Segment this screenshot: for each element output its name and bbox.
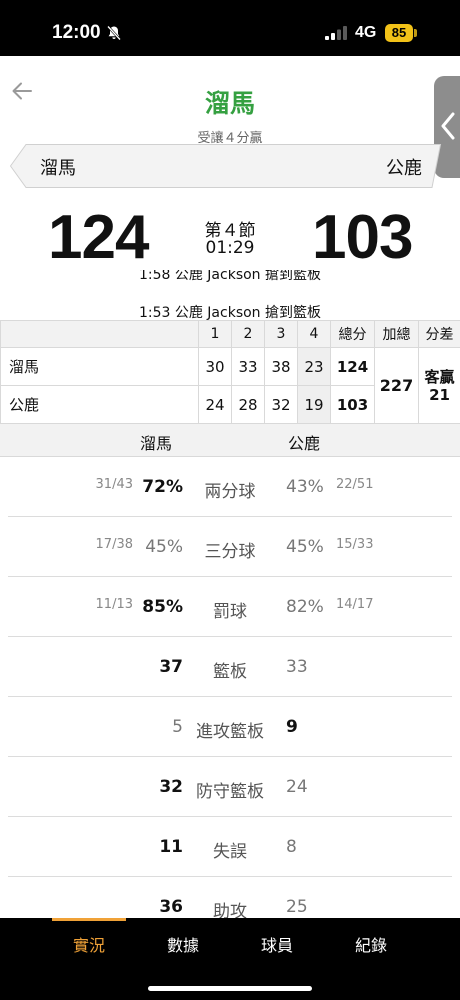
play-item: 1:53 公鹿 Jackson 搶到籃板 bbox=[138, 305, 322, 321]
away-stat-value: 43% bbox=[286, 477, 324, 497]
bell-muted-icon bbox=[107, 25, 121, 41]
away-stat-fraction: 14/17 bbox=[336, 597, 374, 612]
away-stat-value: 45% bbox=[286, 537, 324, 557]
team-name-cell: 公鹿 bbox=[0, 385, 199, 424]
stats-home-team: 溜馬 bbox=[139, 434, 172, 453]
stat-row: 31/43 72% 兩分球 43% 22/51 bbox=[8, 457, 452, 517]
home-score: 124 bbox=[48, 203, 149, 272]
stat-row: 11/13 85% 罰球 82% 14/17 bbox=[8, 577, 452, 637]
diff-value: 21 bbox=[429, 385, 450, 404]
table-header-row: 1 2 3 4 總分 加總 分差 bbox=[0, 320, 460, 348]
away-stat-value: 8 bbox=[286, 837, 297, 857]
table-header-cell: 分差 bbox=[418, 320, 460, 348]
battery-tip bbox=[414, 29, 417, 37]
stat-row: 37 籃板 33 bbox=[8, 637, 452, 697]
game-clock: 01:29 bbox=[205, 238, 255, 258]
total-score: 124 bbox=[330, 347, 375, 386]
stat-label: 罰球 bbox=[213, 602, 247, 622]
table-header-cell bbox=[0, 320, 199, 348]
chevron-left-icon bbox=[441, 112, 455, 140]
network-type: 4G bbox=[355, 24, 377, 41]
stat-label: 籃板 bbox=[213, 662, 247, 682]
table-header-cell: 1 bbox=[198, 320, 232, 348]
home-stat-fraction: 11/13 bbox=[95, 597, 133, 612]
page-title: 溜馬 bbox=[204, 89, 255, 118]
status-bar: 12:00 4G 85 bbox=[0, 0, 460, 56]
home-indicator bbox=[148, 986, 312, 991]
total-score: 103 bbox=[330, 385, 375, 424]
stat-label: 兩分球 bbox=[204, 482, 256, 502]
score-difference: 客贏 21 bbox=[418, 347, 460, 424]
away-stat-value: 25 bbox=[286, 897, 308, 917]
tab-stats[interactable]: 數據 bbox=[148, 932, 218, 956]
quarter-score: 19 bbox=[297, 385, 331, 424]
away-stat-fraction: 15/33 bbox=[336, 537, 374, 552]
stat-row: 17/38 45% 三分球 45% 15/33 bbox=[8, 517, 452, 577]
quarter-score: 33 bbox=[231, 347, 265, 386]
stats-away-team: 公鹿 bbox=[287, 434, 320, 453]
stat-row: 32 防守籃板 24 bbox=[8, 757, 452, 817]
home-stat-value: 85% bbox=[142, 597, 183, 617]
stat-label: 防守籃板 bbox=[196, 782, 264, 802]
combined-total: 227 bbox=[374, 347, 419, 424]
active-tab-indicator bbox=[52, 918, 126, 921]
away-stat-value: 24 bbox=[286, 777, 308, 797]
away-stat-value: 33 bbox=[286, 657, 308, 677]
quarter-score: 24 bbox=[198, 385, 232, 424]
quarter-score: 28 bbox=[231, 385, 265, 424]
stat-label: 三分球 bbox=[204, 542, 256, 562]
stat-row: 5 進攻籃板 9 bbox=[8, 697, 452, 757]
battery-icon: 85 bbox=[385, 24, 413, 42]
team-bar: 溜馬 公鹿 bbox=[10, 144, 446, 188]
away-stat-fraction: 22/51 bbox=[336, 477, 374, 492]
diff-label: 客贏 bbox=[424, 367, 455, 386]
stat-label: 失誤 bbox=[213, 842, 247, 862]
quarter-score: 38 bbox=[264, 347, 298, 386]
away-stat-value: 9 bbox=[286, 717, 298, 737]
tab-records[interactable]: 紀錄 bbox=[336, 932, 406, 956]
home-stat-fraction: 17/38 bbox=[95, 537, 133, 552]
bottom-nav: 實況 數據 球員 紀錄 bbox=[0, 918, 460, 1000]
tab-players[interactable]: 球員 bbox=[242, 932, 312, 956]
home-stat-fraction: 31/43 bbox=[95, 477, 133, 492]
table-row: 溜馬 30 33 38 23 124 227 客贏 21 bbox=[0, 347, 460, 424]
table-header-cell: 加總 bbox=[374, 320, 419, 348]
table-header-cell: 4 bbox=[297, 320, 331, 348]
play-item: 1:58 公鹿 Jackson 搶到籃板 bbox=[138, 270, 322, 283]
away-score: 103 bbox=[312, 203, 413, 272]
away-stat-value: 82% bbox=[286, 597, 324, 617]
quarter-score: 23 bbox=[297, 347, 331, 386]
stat-row: 11 失誤 8 bbox=[8, 817, 452, 877]
home-stat-value: 72% bbox=[142, 477, 183, 497]
home-stat-value: 45% bbox=[145, 537, 183, 557]
box-score-table: 1 2 3 4 總分 加總 分差 溜馬 30 33 38 23 124 227 … bbox=[0, 320, 460, 424]
team-name-cell: 溜馬 bbox=[0, 347, 199, 386]
stat-label: 進攻籃板 bbox=[196, 722, 264, 742]
play-by-play-ticker: 1:58 公鹿 Jackson 搶到籃板 bbox=[0, 270, 460, 284]
away-team-name: 公鹿 bbox=[386, 158, 422, 179]
table-header-cell: 總分 bbox=[330, 320, 375, 348]
table-header-cell: 2 bbox=[231, 320, 265, 348]
home-team-name: 溜馬 bbox=[40, 158, 76, 179]
status-time: 12:00 bbox=[52, 22, 101, 43]
quarter-score: 30 bbox=[198, 347, 232, 386]
stats-header: 溜馬 公鹿 bbox=[0, 424, 460, 457]
quarter-score: 32 bbox=[264, 385, 298, 424]
table-header-cell: 3 bbox=[264, 320, 298, 348]
tab-live[interactable]: 實況 bbox=[54, 932, 124, 956]
signal-icon bbox=[325, 26, 347, 40]
